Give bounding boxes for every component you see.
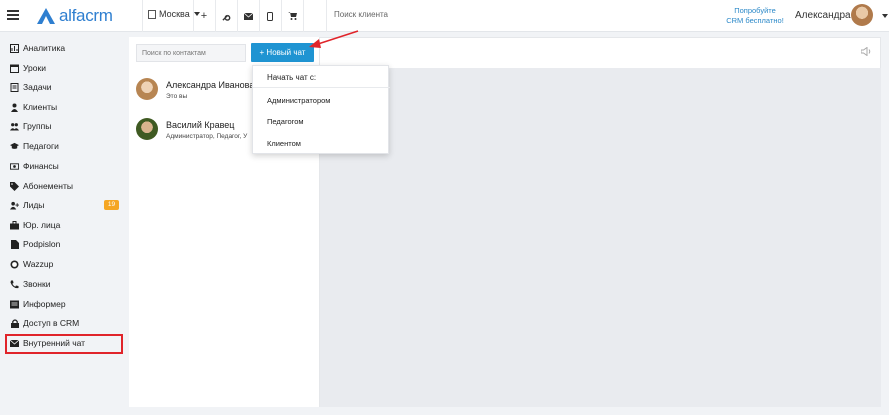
sidebar-item-label: Абонементы [23, 181, 73, 191]
sidebar-item-label: Юр. лица [23, 220, 61, 230]
brand-logo[interactable]: alfacrm [36, 6, 113, 26]
sidebar: Аналитика Уроки Задачи Клиенты Группы Пе… [0, 33, 128, 415]
avatar [136, 118, 158, 140]
avatar[interactable] [851, 4, 873, 26]
user-name[interactable]: Александра [795, 10, 851, 21]
calendar-icon [10, 64, 19, 73]
user-plus-icon [10, 201, 19, 210]
document-icon [10, 239, 19, 249]
dropdown-item-administrator[interactable]: Администратором [267, 96, 330, 105]
conversation-area [320, 68, 881, 407]
branch-label: Москва [159, 9, 190, 19]
divider [215, 0, 216, 32]
sidebar-item-label: Podpislon [23, 239, 61, 249]
sidebar-item-crm-access[interactable]: Доступ в CRM [10, 316, 79, 330]
new-chat-button[interactable]: + Новый чат [251, 43, 314, 62]
avatar [136, 78, 158, 100]
contact-subtitle: Это вы [166, 93, 188, 100]
sidebar-item-label: Wazzup [23, 259, 54, 269]
logo-mark-icon [37, 8, 55, 24]
sidebar-item-leads[interactable]: Лиды [10, 198, 44, 212]
sidebar-item-analytics[interactable]: Аналитика [10, 41, 65, 55]
informer-icon [10, 300, 19, 309]
sidebar-item-podpislon[interactable]: Podpislon [10, 237, 60, 251]
sidebar-item-label: Лиды [23, 200, 45, 210]
sidebar-item-label: Уроки [23, 63, 46, 73]
sidebar-item-label: Звонки [23, 279, 51, 289]
free-trial-link[interactable]: Попробуйте CRM бесплатно! [725, 6, 785, 26]
annotation-highlight-box [5, 334, 123, 354]
phone-icon[interactable] [262, 8, 278, 24]
sidebar-item-label: Финансы [23, 161, 59, 171]
divider [193, 0, 194, 32]
sidebar-item-legal-entities[interactable]: Юр. лица [10, 218, 60, 232]
contact-subtitle: Администратор, Педагог, У [166, 133, 248, 140]
promo-line-2: CRM бесплатно! [726, 16, 784, 25]
user-icon [10, 103, 19, 112]
promo-line-1: Попробуйте [734, 6, 776, 15]
new-chat-dropdown: Начать чат с: Администратором Педагогом … [252, 65, 390, 154]
sidebar-item-clients[interactable]: Клиенты [10, 100, 57, 114]
sidebar-item-label: Задачи [23, 82, 52, 92]
sidebar-item-tasks[interactable]: Задачи [10, 80, 52, 94]
phone-icon [10, 280, 19, 289]
users-icon [10, 122, 19, 131]
sidebar-item-label: Аналитика [23, 43, 66, 53]
sidebar-item-finance[interactable]: Финансы [10, 159, 59, 173]
divider [237, 0, 238, 32]
sidebar-item-label: Доступ в CRM [23, 318, 80, 328]
analytics-icon [10, 43, 19, 53]
dropdown-item-client[interactable]: Клиентом [267, 139, 301, 148]
divider [281, 0, 282, 32]
sidebar-item-teachers[interactable]: Педагоги [10, 139, 59, 153]
plus-icon[interactable]: + [196, 8, 212, 24]
speaker-icon[interactable] [860, 46, 872, 59]
brand-name: alfacrm [59, 6, 113, 25]
tasks-icon [10, 82, 19, 92]
graduation-cap-icon [10, 142, 19, 151]
sidebar-item-wazzup[interactable]: Wazzup [10, 257, 53, 271]
contact-search-input[interactable]: Поиск по контактам [136, 44, 246, 62]
menu-toggle-icon[interactable] [7, 10, 19, 21]
whatsapp-icon [10, 260, 19, 269]
money-icon [10, 162, 19, 171]
sidebar-item-informer[interactable]: Информер [10, 297, 66, 311]
contact-name: Василий Кравец [166, 120, 235, 130]
wrench-icon[interactable] [218, 8, 234, 24]
contact-name: Александра Иванова [166, 80, 255, 90]
cart-icon[interactable] [284, 8, 300, 24]
sidebar-item-label: Группы [23, 121, 52, 131]
sidebar-item-label: Информер [23, 299, 66, 309]
building-icon [148, 9, 156, 19]
tag-icon [10, 181, 19, 191]
sidebar-item-calls[interactable]: Звонки [10, 277, 50, 291]
client-search-input[interactable]: Поиск клиента [334, 10, 388, 19]
briefcase-icon [10, 220, 19, 230]
sidebar-item-label: Педагоги [23, 141, 59, 151]
dropdown-header: Начать чат с: [267, 73, 317, 82]
divider [303, 0, 304, 32]
divider [326, 0, 327, 32]
divider [142, 0, 143, 32]
sidebar-item-label: Клиенты [23, 102, 58, 112]
branch-selector[interactable]: Москва [148, 9, 200, 19]
sidebar-item-lessons[interactable]: Уроки [10, 61, 46, 75]
lock-icon [10, 318, 19, 328]
sidebar-item-subscriptions[interactable]: Абонементы [10, 179, 73, 193]
envelope-icon[interactable] [240, 8, 256, 24]
divider [259, 0, 260, 32]
dropdown-item-teacher[interactable]: Педагогом [267, 117, 304, 126]
sidebar-item-groups[interactable]: Группы [10, 119, 51, 133]
chevron-down-icon[interactable] [882, 14, 888, 18]
divider [253, 87, 390, 88]
leads-count-badge: 19 [104, 200, 119, 210]
